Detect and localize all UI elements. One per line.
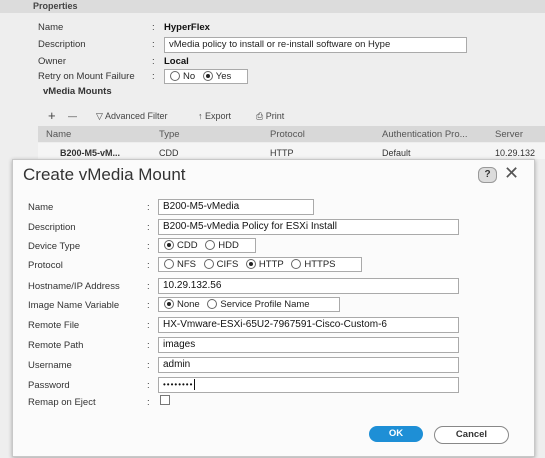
radio-selected-icon <box>164 299 174 310</box>
password-mask: •••••••• <box>163 380 194 389</box>
remap-on-eject-label: Remap on Eject <box>28 397 96 408</box>
table-row[interactable]: B200-M5-vM... CDD HTTP Default 10.29.132 <box>38 143 545 159</box>
colon: : <box>147 202 150 213</box>
radio-icon <box>170 71 180 82</box>
radio-icon <box>205 240 216 251</box>
description-label: Description <box>38 39 86 50</box>
owner-label: Owner <box>38 56 66 67</box>
filter-icon: ▽ <box>96 111 103 121</box>
colon: : <box>147 397 150 408</box>
add-button[interactable]: + <box>48 108 56 123</box>
create-vmedia-mount-dialog: Create vMedia Mount ? ✕ Name : B200-M5-v… <box>12 159 535 457</box>
policy-name-value: HyperFlex <box>164 22 210 33</box>
colon: : <box>147 260 150 271</box>
protocol-cifs-option[interactable]: CIFS <box>199 258 238 271</box>
column-header[interactable]: Type <box>159 129 180 140</box>
remote-path-label: Remote Path <box>28 340 84 351</box>
protocol-label: Protocol <box>28 260 63 271</box>
remote-path-input[interactable]: images <box>158 337 459 353</box>
radio-icon <box>207 299 218 310</box>
device-type-hdd-option[interactable]: HDD <box>200 239 239 252</box>
mounts-toolbar: + — ▽ Advanced Filter ↑ Export ⎙ Print <box>38 108 545 126</box>
radio-selected-icon <box>164 240 174 251</box>
table-cell: HTTP <box>270 148 294 158</box>
device-type-radio-group: CDD HDD <box>158 238 256 253</box>
radio-selected-icon <box>245 259 256 270</box>
print-button[interactable]: ⎙ Print <box>256 111 284 122</box>
colon: : <box>147 360 150 371</box>
mounts-table-header: Name Type Protocol Authentication Pro...… <box>38 126 545 142</box>
vmedia-mounts-title: vMedia Mounts <box>43 86 112 97</box>
properties-header: Properties <box>0 0 545 13</box>
retry-label: Retry on Mount Failure <box>38 71 135 82</box>
remove-button[interactable]: — <box>68 111 77 121</box>
dialog-title: Create vMedia Mount <box>23 165 186 184</box>
name-label: Name <box>28 202 54 213</box>
colon: : <box>147 380 150 391</box>
table-cell: B200-M5-vM... <box>60 148 121 158</box>
colon: : <box>152 22 155 33</box>
radio-selected-icon <box>202 71 213 82</box>
colon: : <box>147 241 150 252</box>
colon: : <box>147 281 150 292</box>
username-label: Username <box>28 360 72 371</box>
name-input[interactable]: B200-M5-vMedia <box>158 199 314 215</box>
protocol-https-option[interactable]: HTTPS <box>286 258 336 271</box>
column-header[interactable]: Authentication Pro... <box>382 129 468 140</box>
device-type-cdd-option[interactable]: CDD <box>159 239 198 252</box>
image-name-variable-label: Image Name Variable <box>28 300 120 311</box>
advanced-filter-button[interactable]: ▽ Advanced Filter <box>96 111 167 122</box>
table-cell: CDD <box>159 148 179 158</box>
colon: : <box>147 222 150 233</box>
remote-file-input[interactable]: HX-Vmware-ESXi-65U2-7967591-Cisco-Custom… <box>158 317 459 333</box>
description-input[interactable]: B200-M5-vMedia Policy for ESXi Install <box>158 219 459 235</box>
name-label: Name <box>38 22 64 33</box>
colon: : <box>152 39 155 50</box>
remote-file-label: Remote File <box>28 320 80 331</box>
device-type-label: Device Type <box>28 241 81 252</box>
policy-description-input[interactable]: vMedia policy to install or re-install s… <box>164 37 467 53</box>
retry-no-option[interactable]: No <box>165 70 195 83</box>
image-var-none-option[interactable]: None <box>159 298 200 311</box>
colon: : <box>152 56 155 67</box>
radio-icon <box>203 259 214 270</box>
protocol-http-option[interactable]: HTTP <box>241 258 284 271</box>
column-header[interactable]: Server <box>495 129 523 140</box>
printer-icon: ⎙ <box>256 111 264 121</box>
column-header[interactable]: Name <box>46 129 71 140</box>
column-header[interactable]: Protocol <box>270 129 305 140</box>
hostname-label: Hostname/IP Address <box>28 281 120 292</box>
image-name-variable-radio-group: None Service Profile Name <box>158 297 340 312</box>
radio-icon <box>291 259 302 270</box>
properties-title: Properties <box>33 1 78 11</box>
export-button[interactable]: ↑ Export <box>198 111 231 121</box>
table-cell: 10.29.132 <box>495 148 536 158</box>
username-input[interactable]: admin <box>158 357 459 373</box>
colon: : <box>147 320 150 331</box>
hostname-input[interactable]: 10.29.132.56 <box>158 278 459 294</box>
radio-icon <box>164 259 174 270</box>
colon: : <box>152 71 155 82</box>
ok-button[interactable]: OK <box>369 426 423 442</box>
colon: : <box>147 300 150 311</box>
text-cursor <box>194 379 196 391</box>
password-label: Password <box>28 380 70 391</box>
owner-value: Local <box>164 56 189 67</box>
upload-icon: ↑ <box>198 111 203 121</box>
image-var-service-profile-option[interactable]: Service Profile Name <box>202 298 310 311</box>
colon: : <box>147 340 150 351</box>
protocol-nfs-option[interactable]: NFS <box>159 258 196 271</box>
close-icon[interactable]: ✕ <box>504 163 519 183</box>
cancel-button[interactable]: Cancel <box>434 426 509 444</box>
protocol-radio-group: NFS CIFS HTTP HTTPS <box>158 257 362 272</box>
description-label: Description <box>28 222 76 233</box>
remap-on-eject-checkbox[interactable] <box>160 395 170 405</box>
retry-radio-group: No Yes <box>164 69 248 84</box>
help-icon[interactable]: ? <box>478 167 497 183</box>
table-cell: Default <box>382 148 411 158</box>
retry-yes-option[interactable]: Yes <box>198 70 231 83</box>
password-input[interactable]: •••••••• <box>158 377 459 393</box>
